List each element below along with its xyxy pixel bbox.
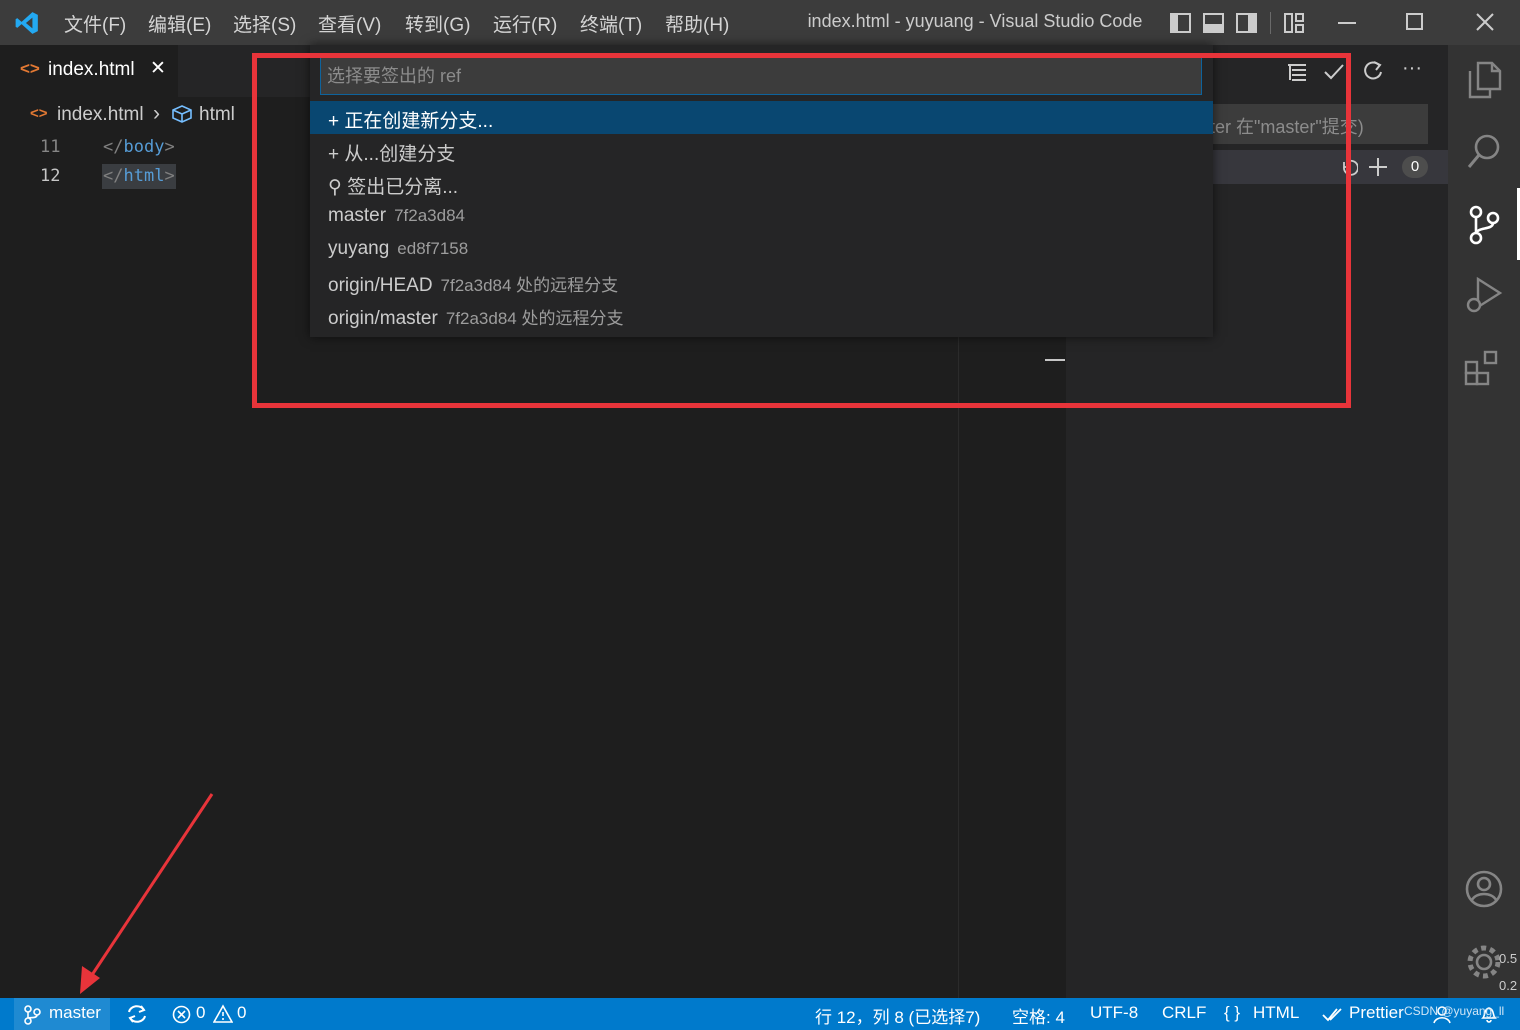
accounts-icon[interactable] — [1464, 869, 1504, 909]
source-control-icon[interactable] — [1466, 205, 1502, 245]
status-bar: master 0 0 行 12，列 8 (已选择7) 空格: 4 UTF-8 C… — [0, 998, 1520, 1030]
breadcrumb-html-icon: <> — [30, 105, 48, 122]
stat-upload: 0.5 — [1499, 951, 1518, 966]
menu-go[interactable]: 转到(G) — [405, 10, 470, 37]
title-bar: 文件(F) 编辑(E) 选择(S) 查看(V) 转到(G) 运行(R) 终端(T… — [0, 0, 1520, 45]
code-line-11: </body> — [103, 137, 175, 157]
sync-icon[interactable] — [126, 1004, 148, 1024]
line-number-current: 12 — [40, 166, 61, 186]
toggle-primary-sidebar-icon[interactable] — [1170, 13, 1191, 33]
vscode-logo-icon — [15, 12, 38, 34]
run-debug-icon[interactable] — [1464, 275, 1504, 315]
tab-label: index.html — [48, 59, 135, 80]
menu-run[interactable]: 运行(R) — [493, 10, 557, 37]
breadcrumb-separator: › — [153, 102, 160, 125]
error-icon[interactable] — [172, 1005, 191, 1024]
warning-count[interactable]: 0 — [237, 1003, 246, 1023]
symbol-element-icon — [172, 105, 192, 123]
extensions-icon[interactable] — [1464, 348, 1504, 388]
error-count[interactable]: 0 — [196, 1003, 205, 1023]
line-number: 11 — [40, 137, 61, 157]
more-actions-icon[interactable]: ··· — [1402, 57, 1422, 80]
menu-terminal[interactable]: 终端(T) — [580, 10, 642, 37]
braces-icon: { } — [1224, 1003, 1241, 1022]
encoding[interactable]: UTF-8 — [1090, 1003, 1138, 1023]
highlight-annotation-box — [252, 53, 1351, 408]
language-mode[interactable]: HTML — [1253, 1003, 1299, 1023]
menu-file[interactable]: 文件(F) — [64, 10, 126, 37]
git-branch-icon — [24, 1005, 41, 1025]
customize-layout-icon[interactable] — [1283, 12, 1305, 34]
tab-index-html[interactable]: <> index.html ✕ — [0, 45, 178, 97]
cursor-position[interactable]: 行 12，列 8 (已选择7) — [815, 1003, 980, 1028]
warning-icon[interactable] — [213, 1004, 233, 1023]
close-window-icon[interactable] — [1474, 11, 1496, 33]
annotation-arrow-icon — [80, 793, 214, 994]
prettier-check-icon — [1322, 1008, 1342, 1022]
explorer-icon[interactable] — [1466, 61, 1502, 99]
tab-close-icon[interactable]: ✕ — [150, 57, 166, 80]
manage-gear-icon[interactable] — [1464, 942, 1504, 982]
branch-indicator[interactable]: master — [14, 998, 110, 1030]
menu-view[interactable]: 查看(V) — [318, 10, 381, 37]
branch-name: master — [49, 1003, 101, 1022]
changes-count-badge: 0 — [1402, 156, 1428, 178]
indentation[interactable]: 空格: 4 — [1012, 1003, 1065, 1028]
menu-selection[interactable]: 选择(S) — [233, 10, 296, 37]
code-line-12: </html> — [102, 164, 176, 189]
stage-all-icon[interactable] — [1368, 157, 1388, 177]
activity-bar: 0.5 0.2 — [1448, 45, 1520, 998]
toggle-secondary-sidebar-icon[interactable] — [1236, 13, 1257, 33]
prettier-formatter[interactable]: Prettier — [1349, 1003, 1404, 1023]
menu-help[interactable]: 帮助(H) — [665, 10, 729, 37]
menu-edit[interactable]: 编辑(E) — [148, 10, 211, 37]
maximize-icon[interactable] — [1405, 12, 1425, 32]
toggle-panel-icon[interactable] — [1203, 13, 1224, 33]
breadcrumb-symbol[interactable]: html — [199, 104, 235, 126]
refresh-icon[interactable] — [1362, 60, 1384, 82]
window-title: index.html - yuyuang - Visual Studio Cod… — [807, 11, 1143, 31]
breadcrumb-file[interactable]: index.html — [57, 104, 144, 126]
html-file-icon: <> — [20, 59, 40, 78]
titlebar-divider — [1270, 12, 1271, 34]
stat-download: 0.2 — [1499, 978, 1518, 993]
end-of-line[interactable]: CRLF — [1162, 1003, 1206, 1023]
minimize-icon[interactable] — [1336, 14, 1358, 32]
watermark: CSDN @yuyang_ll — [1404, 1004, 1505, 1018]
search-icon[interactable] — [1466, 133, 1502, 171]
